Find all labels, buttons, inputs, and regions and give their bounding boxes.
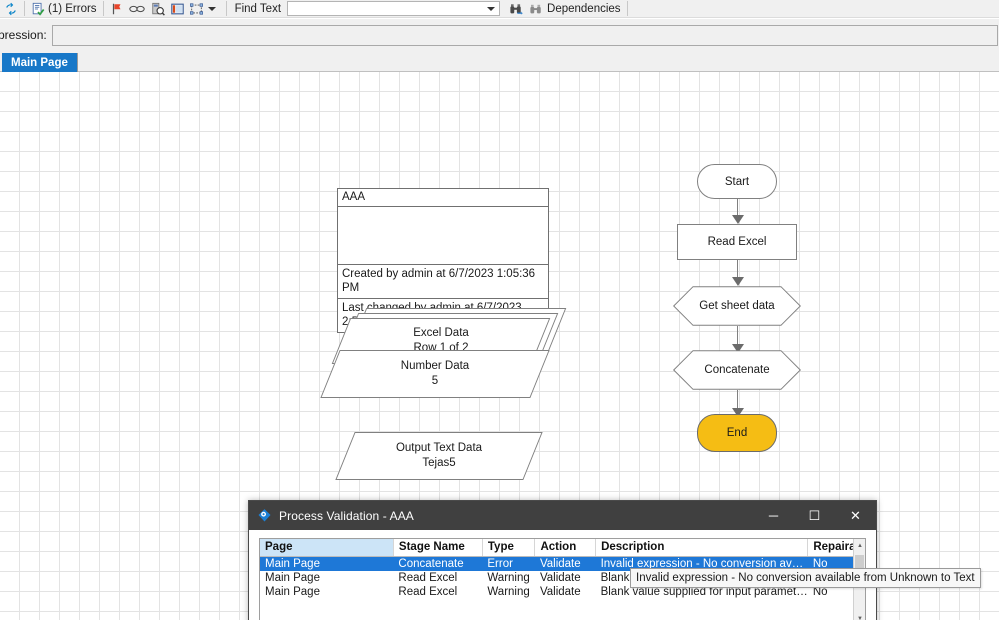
panel-icon	[170, 2, 185, 16]
chevron-down-icon[interactable]	[487, 7, 495, 11]
dependencies-label: Dependencies	[544, 3, 621, 15]
select-region-icon	[189, 2, 204, 16]
select-region-dropdown[interactable]	[206, 0, 222, 17]
find-text-combobox[interactable]	[287, 1, 500, 16]
toolbar-separator	[226, 1, 227, 16]
stage-get-sheet-data[interactable]: Get sheet data	[673, 286, 801, 326]
column-header-stage-name[interactable]: Stage Name	[393, 539, 482, 557]
dialog-title: Process Validation - AAA	[272, 509, 414, 523]
chain-link-icon	[128, 2, 146, 16]
panel-button[interactable]	[168, 0, 187, 17]
flag-icon	[110, 2, 124, 16]
data-item-value: 5	[432, 374, 438, 389]
tooltip-text: Invalid expression - No conversion avail…	[636, 572, 975, 584]
find-dependencies-button[interactable]	[506, 0, 526, 17]
column-header-type[interactable]: Type	[482, 539, 535, 557]
select-region-button[interactable]	[187, 0, 206, 17]
chevron-down-icon	[208, 7, 216, 11]
column-header-action[interactable]: Action	[535, 539, 596, 557]
toolbar-separator	[627, 1, 628, 16]
note-created-text: Created by admin at 6/7/2023 1:05:36 PM	[338, 265, 548, 299]
data-item-name: Number Data	[401, 359, 469, 374]
stage-label: Read Excel	[708, 236, 767, 248]
stage-start[interactable]: Start	[697, 164, 777, 199]
data-item-excel-data[interactable]: Excel Data Row 1 of 2	[341, 308, 541, 354]
data-item-label: Number Data 5	[330, 350, 540, 398]
link-button[interactable]	[126, 0, 148, 17]
toolbar-separator	[103, 1, 104, 16]
close-icon: ✕	[850, 508, 861, 524]
close-button[interactable]: ✕	[835, 501, 876, 530]
stage-label: Concatenate	[704, 364, 769, 376]
column-header-page[interactable]: Page	[260, 539, 393, 557]
data-item-output-text-data[interactable]: Output Text Data Tejas5	[345, 432, 533, 480]
page-tab-strip: Main Page	[0, 51, 999, 72]
cell-action: Validate	[535, 571, 596, 585]
maximize-icon: ☐	[809, 508, 821, 524]
tab-main-page[interactable]: Main Page	[2, 53, 78, 72]
errors-label: (1) Errors	[45, 3, 97, 15]
application-window: (1) Errors	[0, 0, 999, 620]
note-body	[338, 207, 548, 265]
find-text-label: Find Text	[231, 3, 287, 15]
data-item-label: Output Text Data Tejas5	[345, 432, 533, 480]
stage-label: Get sheet data	[699, 300, 774, 312]
binoculars-arrow-icon	[508, 2, 524, 16]
cell-stage-name: Read Excel	[393, 585, 482, 599]
table-header-row: Page Stage Name Type Action Description …	[260, 539, 865, 557]
window-controls: ─ ☐ ✕	[753, 501, 876, 530]
validation-tooltip: Invalid expression - No conversion avail…	[630, 568, 981, 588]
note-title: AAA	[338, 189, 548, 207]
cell-type: Warning	[482, 571, 535, 585]
cell-stage-name: Read Excel	[393, 571, 482, 585]
cell-stage-name: Concatenate	[393, 557, 482, 572]
data-item-name: Excel Data	[413, 326, 469, 341]
expression-bar: Expression:	[0, 19, 999, 51]
refresh-button[interactable]	[0, 0, 20, 17]
inspect-button[interactable]	[148, 0, 168, 17]
main-toolbar: (1) Errors	[0, 0, 999, 18]
flag-button[interactable]	[108, 0, 126, 17]
data-item-name: Output Text Data	[396, 441, 482, 456]
minimize-icon: ─	[769, 508, 778, 523]
validate-document-icon	[31, 2, 45, 16]
minimize-button[interactable]: ─	[753, 501, 794, 530]
stage-end[interactable]: End	[697, 414, 777, 452]
cell-type: Error	[482, 557, 535, 572]
column-header-description[interactable]: Description	[596, 539, 808, 557]
errors-button[interactable]: (1) Errors	[29, 0, 99, 17]
find-text-input[interactable]	[290, 2, 487, 15]
expression-input[interactable]	[52, 25, 998, 46]
stage-concatenate[interactable]: Concatenate	[673, 350, 801, 390]
binoculars-icon	[528, 2, 544, 16]
cell-type: Warning	[482, 585, 535, 599]
stage-label: Start	[725, 176, 749, 188]
scroll-up-icon[interactable]: ▲	[854, 539, 866, 553]
toolbar-separator	[24, 1, 25, 16]
inspect-icon	[150, 2, 166, 16]
process-validation-dialog[interactable]: Process Validation - AAA ─ ☐ ✕	[248, 500, 877, 620]
blueprism-logo-icon	[257, 508, 272, 523]
stage-read-excel[interactable]: Read Excel	[677, 224, 797, 260]
maximize-button[interactable]: ☐	[794, 501, 835, 530]
cell-page: Main Page	[260, 557, 393, 572]
cell-action: Validate	[535, 557, 596, 572]
stage-label: End	[727, 427, 747, 439]
data-item-number-data[interactable]: Number Data 5	[330, 350, 540, 398]
scroll-down-icon[interactable]: ▼	[854, 612, 866, 620]
cell-page: Main Page	[260, 571, 393, 585]
dialog-titlebar[interactable]: Process Validation - AAA ─ ☐ ✕	[249, 501, 876, 530]
cell-page: Main Page	[260, 585, 393, 599]
expression-label: Expression:	[0, 28, 52, 42]
refresh-icon	[4, 2, 18, 16]
data-item-value: Tejas5	[422, 456, 455, 471]
dependencies-button[interactable]: Dependencies	[526, 0, 623, 17]
tab-label: Main Page	[11, 57, 68, 69]
cell-action: Validate	[535, 585, 596, 599]
